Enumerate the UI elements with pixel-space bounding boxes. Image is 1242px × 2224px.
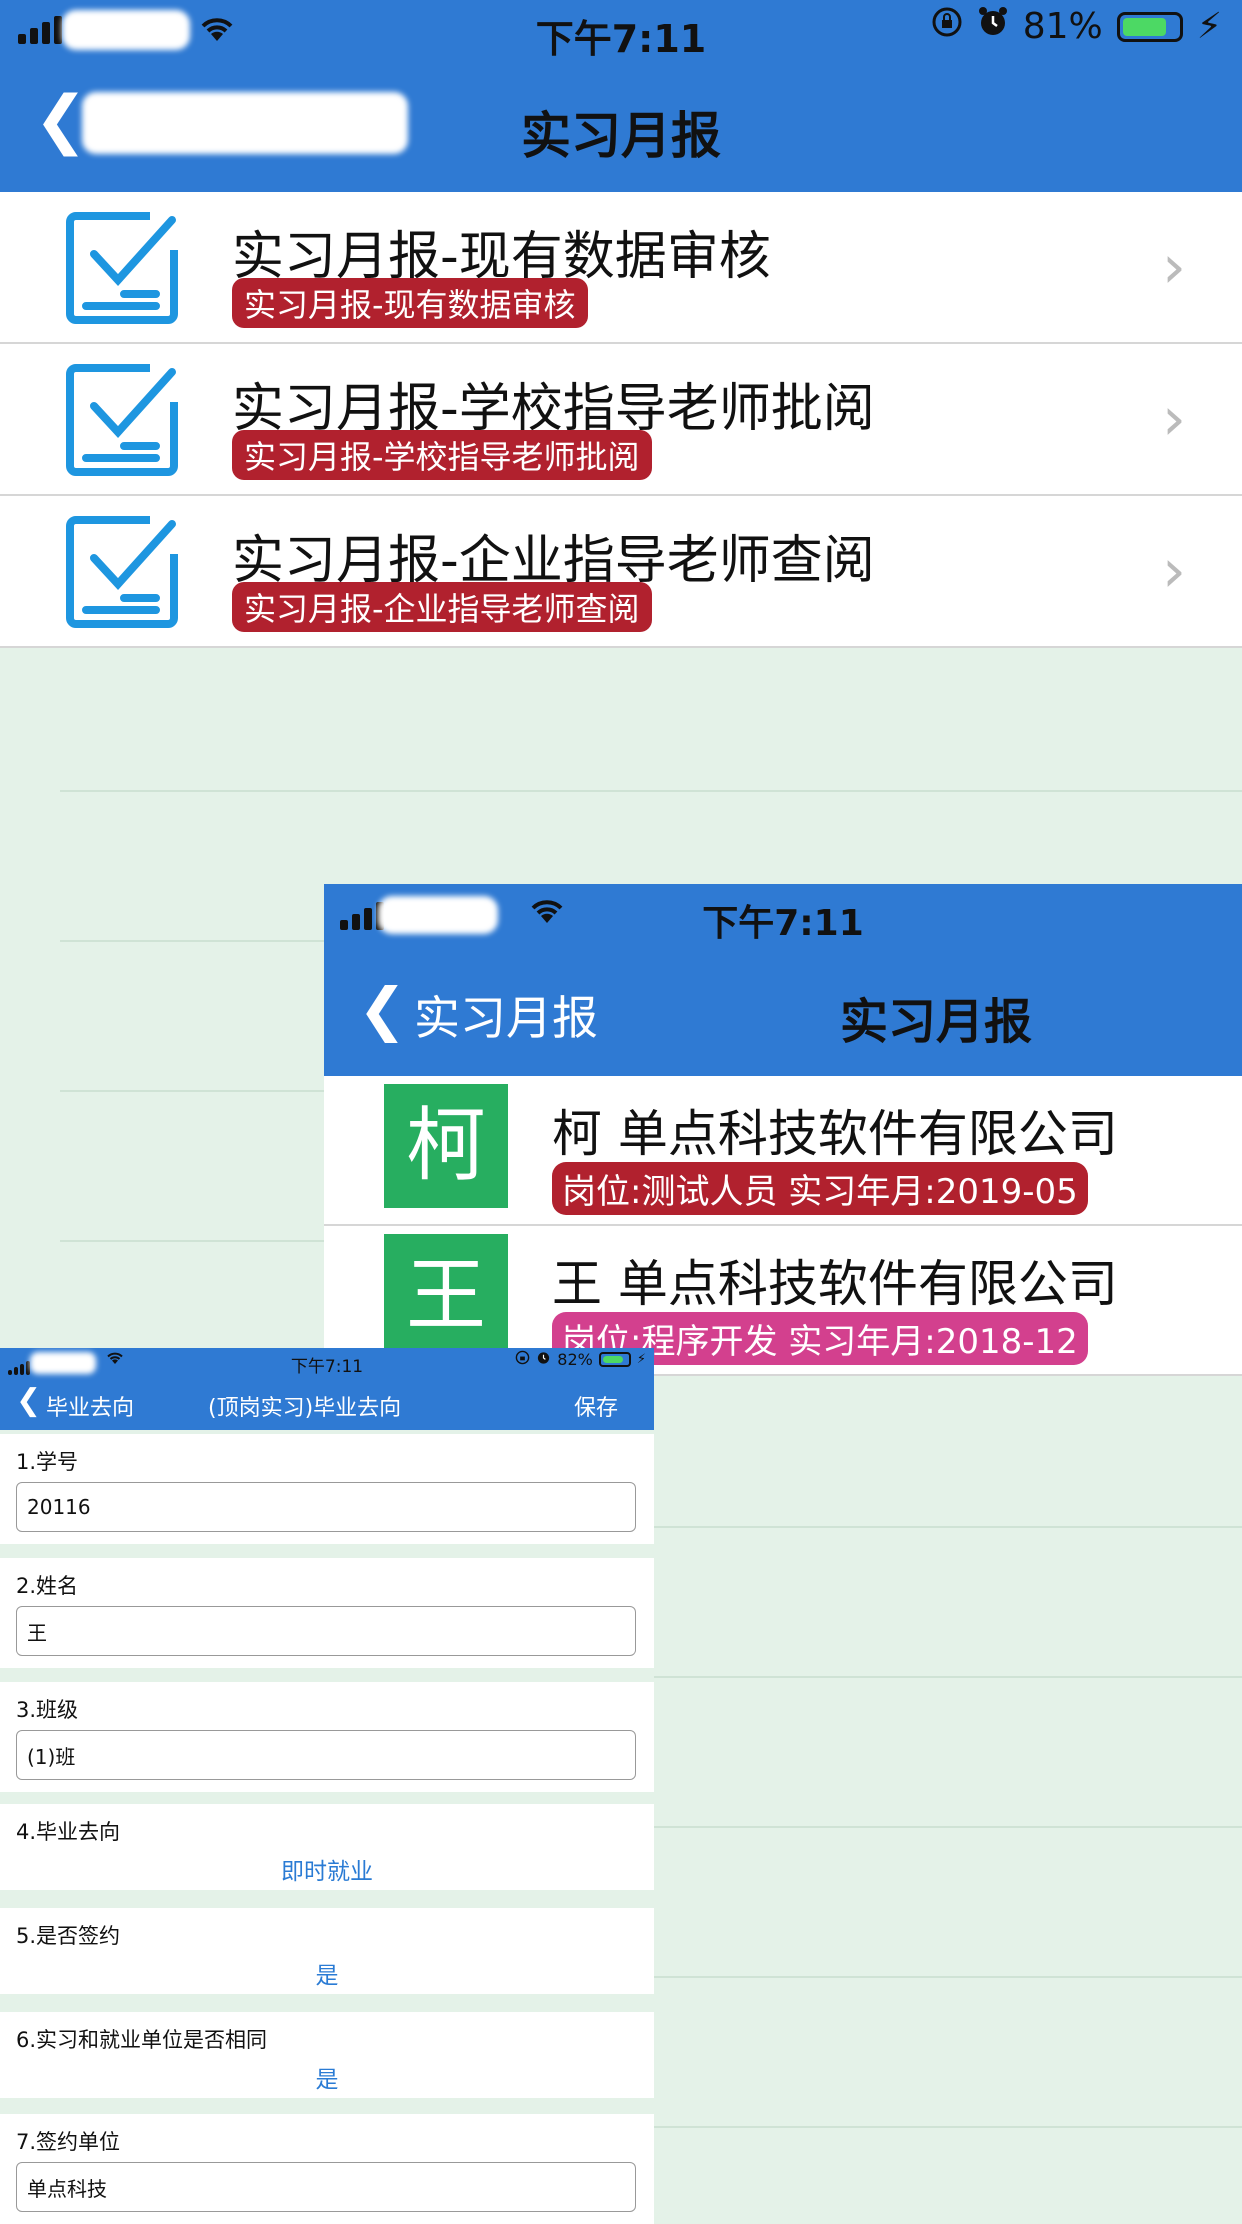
field-label: 1.学号 — [16, 1450, 79, 1474]
chevron-right-icon: › — [1162, 536, 1186, 606]
page-title: 实习月报 — [521, 107, 721, 165]
same-unit-select[interactable]: 是 — [0, 2060, 654, 2094]
list-item-badge: 岗位:测试人员 实习年月:2019-05 — [552, 1162, 1088, 1215]
list-item-badge: 实习月报-现有数据审核 — [232, 278, 588, 328]
list-divider — [60, 790, 1242, 792]
back-chevron-icon[interactable]: ❮ — [358, 980, 407, 1038]
checklist-icon — [64, 362, 180, 478]
status-right: 82% ⚡ — [515, 1350, 646, 1369]
screen3-header: 下午7:11 82% ⚡ ❮ 毕业去向 (顶岗实习)毕业去向 保存 — [0, 1348, 654, 1430]
battery-percent: 81% — [1022, 6, 1103, 47]
charging-bolt-icon: ⚡ — [1196, 6, 1222, 47]
signed-select[interactable]: 是 — [0, 1956, 654, 1990]
back-label[interactable]: 实习月报 — [414, 982, 598, 1048]
screen2-list: 柯柯 单点科技软件有限公司 岗位:测试人员 实习年月:2019-05 王王 单点科技… — [324, 1076, 1242, 1376]
field-label: 7.签约单位 — [16, 2130, 121, 2154]
alarm-icon — [977, 6, 1009, 47]
charging-bolt-icon: ⚡ — [636, 1352, 646, 1367]
list-item-title: 柯 单点科技软件有限公司 — [552, 1105, 1118, 1163]
list-item-badge: 实习月报-学校指导老师批阅 — [232, 430, 652, 480]
screen2-header: 下午7:11 ❮ 实习月报 实习月报 — [324, 884, 1242, 1076]
status-bar: 下午7:11 82% ⚡ — [0, 1348, 654, 1377]
list-item-badge: 实习月报-企业指导老师查阅 — [232, 582, 652, 632]
screen1-list: 实习月报-现有数据审核 实习月报-现有数据审核 › 实习月报-学校指导老师批阅 实习月报… — [0, 192, 1242, 648]
rotation-lock-icon — [515, 1350, 530, 1369]
screen3: 下午7:11 82% ⚡ ❮ 毕业去向 (顶岗实习)毕业去向 保存 1.学号 2… — [0, 1348, 654, 2224]
screen2: 下午7:11 ❮ 实习月报 实习月报 柯柯 单点科技软件有限公司 岗位:测试人员 … — [324, 884, 1242, 1376]
page-title: (顶岗实习)毕业去向 — [208, 1396, 402, 1421]
field-label: 3.班级 — [16, 1698, 79, 1722]
checklist-icon — [64, 514, 180, 630]
save-button[interactable]: 保存 — [574, 1390, 618, 1422]
field-student-id: 1.学号 — [0, 1434, 654, 1544]
status-right: 81% ⚡ — [931, 6, 1222, 47]
name-input[interactable] — [16, 1606, 636, 1656]
field-label: 6.实习和就业单位是否相同 — [16, 2028, 268, 2052]
field-label: 2.姓名 — [16, 1574, 79, 1598]
signed-unit-input[interactable] — [16, 2162, 636, 2212]
list-item[interactable]: 柯柯 单点科技软件有限公司 岗位:测试人员 实习年月:2019-05 — [324, 1076, 1242, 1226]
list-item[interactable]: 实习月报-企业指导老师查阅 实习月报-企业指导老师查阅 › — [0, 496, 1242, 648]
back-label[interactable]: 毕业去向 — [46, 1390, 134, 1422]
status-time: 下午7:11 — [702, 903, 864, 944]
chevron-right-icon: › — [1162, 384, 1186, 454]
class-input[interactable] — [16, 1730, 636, 1780]
list-item[interactable]: 实习月报-现有数据审核 实习月报-现有数据审核 › — [0, 192, 1242, 344]
field-class: 3.班级 — [0, 1682, 654, 1792]
field-same-unit[interactable]: 6.实习和就业单位是否相同 是 — [0, 2012, 654, 2098]
battery-icon — [598, 1352, 631, 1367]
list-item-title: 王 单点科技软件有限公司 — [552, 1255, 1118, 1313]
avatar: 柯 — [384, 1084, 508, 1208]
field-signed[interactable]: 5.是否签约 是 — [0, 1908, 654, 1994]
battery-percent: 82% — [557, 1350, 593, 1369]
field-graduation-destination[interactable]: 4.毕业去向 即时就业 — [0, 1804, 654, 1890]
avatar: 王 — [384, 1234, 508, 1358]
field-name: 2.姓名 — [0, 1558, 654, 1668]
battery-icon — [1116, 11, 1183, 42]
alarm-icon — [536, 1350, 551, 1369]
status-bar: 下午7:11 81% ⚡ — [0, 0, 1242, 62]
back-chevron-icon[interactable]: ❮ — [16, 1386, 41, 1416]
field-label: 4.毕业去向 — [16, 1820, 121, 1844]
field-label: 5.是否签约 — [16, 1924, 121, 1948]
rotation-lock-icon — [931, 6, 963, 47]
page-title: 实习月报 — [840, 994, 1033, 1050]
student-id-input[interactable] — [16, 1482, 636, 1532]
graduation-destination-select[interactable]: 即时就业 — [0, 1852, 654, 1886]
chevron-right-icon: › — [1162, 232, 1186, 302]
list-item[interactable]: 实习月报-学校指导老师批阅 实习月报-学校指导老师批阅 › — [0, 344, 1242, 496]
checklist-icon — [64, 210, 180, 326]
screen1-header: 下午7:11 81% ⚡ ❮ 实习月报 — [0, 0, 1242, 192]
